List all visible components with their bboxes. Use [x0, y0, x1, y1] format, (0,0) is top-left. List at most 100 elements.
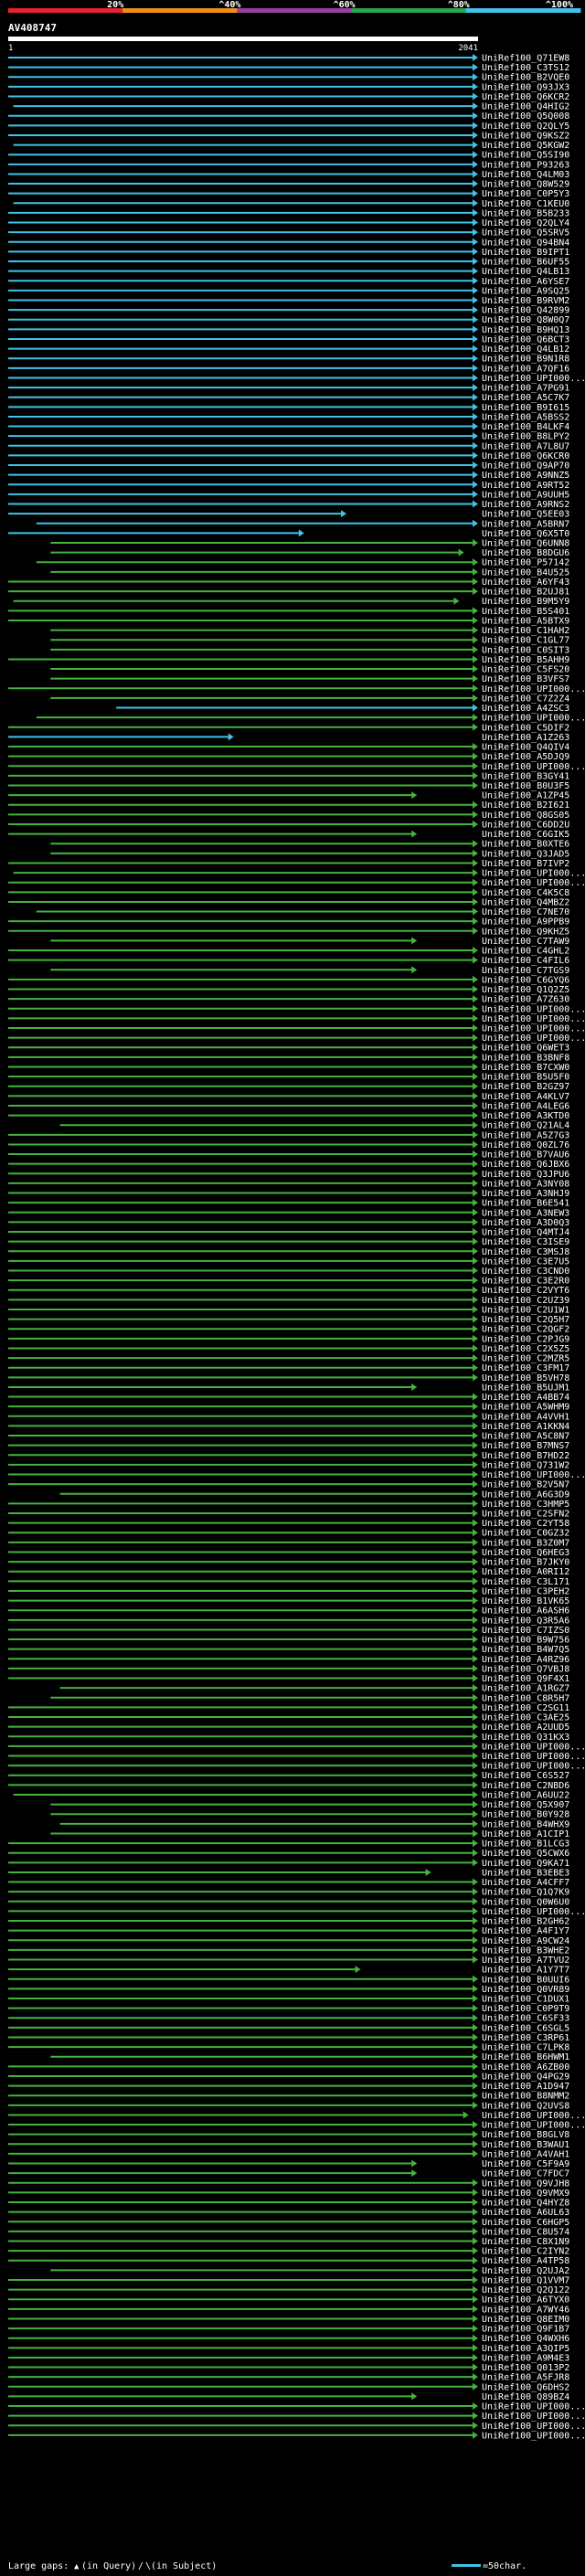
hit-label[interactable]: UniRef100_Q71EW8	[482, 54, 569, 64]
hit-label[interactable]: UniRef100_B9M5Y9	[482, 597, 569, 607]
hit-label[interactable]: UniRef100_A6UU22	[482, 1790, 569, 1800]
hit-label[interactable]: UniRef100_C5F9A9	[482, 2159, 569, 2169]
hit-label[interactable]: UniRef100_C4FIL6	[482, 956, 569, 966]
hit-label[interactable]: UniRef100_A1Y7T7	[482, 1966, 569, 1976]
hit-label[interactable]: UniRef100_UPI000...	[482, 2402, 585, 2412]
hit-label[interactable]: UniRef100_Q4PG29	[482, 2072, 569, 2082]
hit-label[interactable]: UniRef100_Q2QLY4	[482, 218, 569, 228]
hit-label[interactable]: UniRef100_Q0W6U0	[482, 1897, 569, 1907]
hit-label[interactable]: UniRef100_A9RNS2	[482, 500, 569, 510]
hit-label[interactable]: UniRef100_UPI000...	[482, 2422, 585, 2432]
hit-label[interactable]: UniRef100_A6TYX0	[482, 2295, 569, 2306]
hit-label[interactable]: UniRef100_B9IPT1	[482, 248, 569, 258]
hit-label[interactable]: UniRef100_Q7VBJ8	[482, 1664, 569, 1674]
hit-label[interactable]: UniRef100_C7Z2Z4	[482, 694, 569, 704]
hit-label[interactable]: UniRef100_Q2UVS8	[482, 2101, 569, 2111]
hit-label[interactable]: UniRef100_A4VVH1	[482, 1412, 569, 1422]
hit-label[interactable]: UniRef100_Q89BZ4	[482, 2392, 569, 2402]
hit-label[interactable]: UniRef100_UPI000...	[482, 1004, 585, 1014]
hit-label[interactable]: UniRef100_Q93JX3	[482, 82, 569, 92]
hit-label[interactable]: UniRef100_A5C7K7	[482, 393, 569, 403]
hit-label[interactable]: UniRef100_Q4MTJ4	[482, 1228, 569, 1238]
hit-label[interactable]: UniRef100_UPI000...	[482, 2111, 585, 2121]
hit-label[interactable]: UniRef100_B3WAU1	[482, 2140, 569, 2150]
hit-label[interactable]: UniRef100_C3TS12	[482, 63, 569, 73]
hit-label[interactable]: UniRef100_UPI000...	[482, 714, 585, 724]
hit-label[interactable]: UniRef100_A1CIP1	[482, 1829, 569, 1839]
hit-label[interactable]: UniRef100_A6ASH6	[482, 1606, 569, 1617]
hit-label[interactable]: UniRef100_B6HWM1	[482, 2052, 569, 2062]
hit-label[interactable]: UniRef100_Q6WET3	[482, 1044, 569, 1054]
hit-label[interactable]: UniRef100_A4CFF7	[482, 1878, 569, 1888]
hit-label[interactable]: UniRef100_B9W756	[482, 1636, 569, 1646]
hit-label[interactable]: UniRef100_C3ISE9	[482, 1237, 569, 1247]
hit-label[interactable]: UniRef100_B8DGU6	[482, 548, 569, 558]
hit-label[interactable]: UniRef100_UPI000...	[482, 1762, 585, 1772]
hit-label[interactable]: UniRef100_A1ZP45	[482, 791, 569, 801]
hit-label[interactable]: UniRef100_B4U525	[482, 567, 569, 578]
hit-label[interactable]: UniRef100_A7WY46	[482, 2305, 569, 2315]
hit-label[interactable]: UniRef100_A9UUH5	[482, 490, 569, 500]
hit-label[interactable]: UniRef100_B9RVM2	[482, 296, 569, 306]
hit-label[interactable]: UniRef100_B5VH78	[482, 1373, 569, 1383]
hit-label[interactable]: UniRef100_A6YSE7	[482, 277, 569, 287]
hit-label[interactable]: UniRef100_Q013P2	[482, 2363, 569, 2373]
hit-label[interactable]: UniRef100_A7TVU2	[482, 1956, 569, 1966]
hit-label[interactable]: UniRef100_C3E2R0	[482, 1277, 569, 1287]
hit-label[interactable]: UniRef100_A5C8N7	[482, 1432, 569, 1442]
hit-label[interactable]: UniRef100_Q5X907	[482, 1800, 569, 1810]
hit-label[interactable]: UniRef100_B7HD22	[482, 1451, 569, 1461]
hit-label[interactable]: UniRef100_B0UUI6	[482, 1975, 569, 1985]
hit-label[interactable]: UniRef100_C2QGF2	[482, 1325, 569, 1335]
hit-label[interactable]: UniRef100_C6DD2U	[482, 820, 569, 830]
hit-label[interactable]: UniRef100_UPI000...	[482, 1907, 585, 1917]
hit-label[interactable]: UniRef100_P57142	[482, 558, 569, 568]
hit-label[interactable]: UniRef100_Q9AP70	[482, 461, 569, 472]
hit-label[interactable]: UniRef100_C0SIT3	[482, 645, 569, 655]
hit-label[interactable]: UniRef100_C0GZ32	[482, 1529, 569, 1539]
hit-label[interactable]: UniRef100_A5WHM9	[482, 1403, 569, 1413]
hit-label[interactable]: UniRef100_B9N1R8	[482, 355, 569, 365]
hit-label[interactable]: UniRef100_C8R5H7	[482, 1693, 569, 1703]
hit-label[interactable]: UniRef100_UPI000...	[482, 1014, 585, 1024]
hit-label[interactable]: UniRef100_UPI000...	[482, 684, 585, 694]
hit-label[interactable]: UniRef100_B5UJM1	[482, 1383, 569, 1393]
hit-label[interactable]: UniRef100_Q4HYZ8	[482, 2199, 569, 2209]
hit-label[interactable]: UniRef100_Q2Q122	[482, 2285, 569, 2295]
hit-label[interactable]: UniRef100_B9I615	[482, 403, 569, 413]
hit-label[interactable]: UniRef100_UPI000...	[482, 2431, 585, 2441]
hit-label[interactable]: UniRef100_C7LPK8	[482, 2043, 569, 2053]
hit-label[interactable]: UniRef100_Q6DHS2	[482, 2382, 569, 2392]
hit-label[interactable]: UniRef100_C2PJG9	[482, 1334, 569, 1344]
hit-label[interactable]: UniRef100_B2I621	[482, 800, 569, 811]
hit-label[interactable]: UniRef100_B8LPY2	[482, 432, 569, 442]
hit-label[interactable]: UniRef100_Q4LB12	[482, 345, 569, 355]
hit-label[interactable]: UniRef100_UPI000...	[482, 869, 585, 879]
hit-label[interactable]: UniRef100_C5DIF2	[482, 723, 569, 733]
hit-label[interactable]: UniRef100_C3CND0	[482, 1267, 569, 1277]
hit-label[interactable]: UniRef100_B2VQE0	[482, 73, 569, 83]
hit-label[interactable]: UniRef100_Q1VVM7	[482, 2275, 569, 2285]
hit-label[interactable]: UniRef100_Q5SRV5	[482, 228, 569, 239]
hit-label[interactable]: UniRef100_UPI000...	[482, 1034, 585, 1044]
hit-label[interactable]: UniRef100_B2GH62	[482, 1917, 569, 1927]
hit-label[interactable]: UniRef100_Q9VJH8	[482, 2178, 569, 2189]
hit-label[interactable]: UniRef100_A7QF16	[482, 364, 569, 374]
hit-label[interactable]: UniRef100_Q6UNN8	[482, 539, 569, 549]
hit-label[interactable]: UniRef100_Q94BN4	[482, 238, 569, 248]
hit-label[interactable]: UniRef100_Q6JBX6	[482, 1160, 569, 1170]
hit-label[interactable]: UniRef100_C3AE25	[482, 1713, 569, 1723]
hit-label[interactable]: UniRef100_Q9KA71	[482, 1859, 569, 1869]
hit-label[interactable]: UniRef100_A3NY08	[482, 1179, 569, 1189]
hit-label[interactable]: UniRef100_C3L171	[482, 1577, 569, 1587]
hit-label[interactable]: UniRef100_B1VK65	[482, 1596, 569, 1606]
hit-label[interactable]: UniRef100_A5Z7G3	[482, 1130, 569, 1140]
hit-label[interactable]: UniRef100_A5FJR8	[482, 2373, 569, 2383]
hit-label[interactable]: UniRef100_A4ZSC3	[482, 704, 569, 714]
hit-label[interactable]: UniRef100_B8GLV8	[482, 2130, 569, 2140]
hit-label[interactable]: UniRef100_C7NE70	[482, 907, 569, 917]
hit-label[interactable]: UniRef100_A4LEG6	[482, 1101, 569, 1111]
hit-label[interactable]: UniRef100_B2V5N7	[482, 1480, 569, 1490]
hit-label[interactable]: UniRef100_Q9KHZ5	[482, 927, 569, 937]
hit-label[interactable]: UniRef100_A3QIP5	[482, 2344, 569, 2354]
